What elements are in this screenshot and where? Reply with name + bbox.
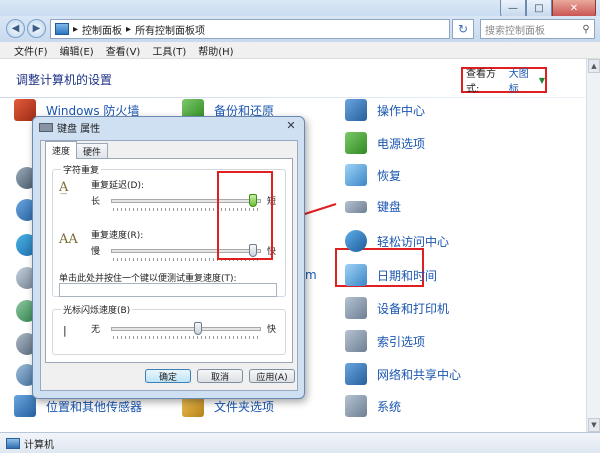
computer-icon — [6, 437, 20, 449]
menu-help[interactable]: 帮助(H) — [198, 43, 233, 58]
cursor-blink-group: 光标闪烁速度(B) | 无 快 — [52, 303, 286, 355]
dialog-buttons: 确定 取消 应用(A) — [145, 369, 295, 383]
tab-speed[interactable]: 速度 — [45, 141, 78, 159]
cp-item-action-center[interactable]: 操作中心 — [345, 99, 425, 121]
network-icon — [345, 363, 367, 385]
cp-item-date-time[interactable]: 日期和时间 — [345, 264, 437, 286]
cp-item-indexing[interactable]: 索引选项 — [345, 330, 425, 352]
cp-item-label: 系统 — [377, 399, 402, 414]
cp-item-label: 操作中心 — [377, 103, 426, 118]
repeat-rate-label: 重复速度(R): — [91, 231, 144, 241]
menu-file[interactable]: 文件(F) — [14, 43, 48, 58]
repeat-rate-icon: AA — [59, 232, 78, 247]
ok-button[interactable]: 确定 — [145, 369, 191, 383]
heading-divider — [0, 97, 586, 98]
cp-item-label: 日期和时间 — [377, 268, 438, 283]
search-placeholder: 搜索控制面板 — [485, 25, 545, 37]
cp-item-recovery[interactable]: 恢复 — [345, 164, 401, 186]
cursor-blink-ticks — [113, 336, 259, 339]
ease-of-access-icon — [345, 230, 367, 252]
dialog-titlebar[interactable]: 键盘 属性 — [39, 120, 100, 135]
dialog-tabs: 速度 硬件 — [45, 141, 109, 159]
menu-bar: 文件(F) 编辑(E) 查看(V) 工具(T) 帮助(H) — [0, 42, 600, 59]
menu-view[interactable]: 查看(V) — [106, 43, 141, 58]
repeat-test-input[interactable] — [59, 283, 277, 297]
keyboard-icon — [39, 123, 53, 132]
cp-item-label: 网络和共享中心 — [377, 367, 462, 382]
cursor-fast-label: 快 — [267, 325, 277, 335]
cursor-preview-icon: | — [63, 324, 67, 337]
partial-item-label[interactable]: m — [305, 268, 317, 282]
power-options-icon — [345, 132, 367, 154]
status-bar: 计算机 — [0, 432, 600, 453]
back-button[interactable]: ◀ — [6, 19, 25, 38]
breadcrumb-control-panel[interactable]: 控制面板 — [82, 22, 122, 37]
dialog-title: 键盘 属性 — [57, 124, 101, 135]
view-by-selector[interactable]: 查看方式: 大图标 ▼ — [461, 65, 547, 95]
cursor-none-label: 无 — [91, 325, 101, 335]
group-title: 光标闪烁速度(B) — [61, 303, 133, 316]
menu-edit[interactable]: 编辑(E) — [60, 43, 94, 58]
tab-hardware[interactable]: 硬件 — [76, 143, 109, 159]
search-icon: ⚲ — [582, 23, 590, 35]
cp-item-keyboard[interactable]: 键盘 — [345, 198, 401, 215]
cursor-blink-track — [111, 327, 261, 331]
delay-long-label: 长 — [91, 197, 101, 207]
cp-item-label: 文件夹选项 — [214, 399, 275, 414]
cp-item-label: 索引选项 — [377, 334, 426, 349]
rate-slow-label: 慢 — [91, 247, 101, 257]
cp-item-label: 位置和其他传感器 — [46, 399, 143, 414]
chevron-down-icon[interactable]: ▼ — [539, 76, 545, 85]
forward-button[interactable]: ▶ — [27, 19, 46, 38]
scroll-up-icon[interactable]: ▲ — [588, 59, 600, 73]
clock-icon — [345, 264, 367, 286]
cp-item-power[interactable]: 电源选项 — [345, 132, 425, 154]
scroll-down-icon[interactable]: ▼ — [588, 418, 600, 432]
cp-item-label: 键盘 — [377, 200, 402, 214]
menu-tools[interactable]: 工具(T) — [152, 43, 186, 58]
view-by-label: 查看方式: — [466, 69, 496, 95]
cancel-button[interactable]: 取消 — [197, 369, 243, 383]
printer-icon — [345, 297, 367, 319]
view-by-value[interactable]: 大图标 — [509, 65, 537, 95]
system-icon — [345, 395, 367, 417]
cp-item-devices-printers[interactable]: 设备和打印机 — [345, 297, 449, 319]
search-input[interactable]: 搜索控制面板 ⚲ — [480, 19, 595, 39]
apply-button[interactable]: 应用(A) — [249, 369, 295, 383]
dialog-close-button[interactable]: ✕ — [284, 119, 298, 133]
cursor-blink-slider-thumb[interactable] — [193, 322, 202, 335]
cp-item-label: 电源选项 — [377, 136, 426, 151]
refresh-button[interactable]: ↻ — [452, 19, 474, 39]
repeat-delay-label: 重复延迟(D): — [91, 181, 144, 191]
breadcrumb-sep: ▸ — [73, 23, 79, 35]
recovery-icon — [345, 164, 367, 186]
address-path[interactable]: ▸ 控制面板 ▸ 所有控制面板项 — [50, 19, 450, 39]
keyboard-icon — [345, 200, 367, 213]
cp-item-ease-of-access[interactable]: 轻松访问中心 — [345, 230, 449, 252]
magnifier-icon — [345, 330, 367, 352]
cp-item-network[interactable]: 网络和共享中心 — [345, 363, 461, 385]
breadcrumb-sep: ▸ — [126, 23, 132, 35]
location-sensor-icon — [14, 395, 36, 417]
status-computer-label: 计算机 — [24, 439, 54, 451]
repeat-delay-icon: A̲ — [59, 180, 69, 195]
action-center-flag-icon — [345, 99, 367, 121]
vertical-scrollbar[interactable]: ▲ ▼ — [586, 59, 600, 432]
cp-item-label: 恢复 — [377, 168, 402, 183]
address-bar: ◀ ▶ ▸ 控制面板 ▸ 所有控制面板项 ↻ 搜索控制面板 ⚲ — [0, 16, 600, 42]
group-title: 字符重复 — [61, 163, 102, 176]
cp-item-system[interactable]: 系统 — [345, 395, 401, 417]
slider-highlight-box — [217, 171, 273, 260]
page-title: 调整计算机的设置 — [16, 73, 113, 87]
control-panel-icon — [55, 23, 69, 35]
breadcrumb-all-items[interactable]: 所有控制面板项 — [135, 22, 205, 37]
cp-item-label: 设备和打印机 — [377, 301, 450, 316]
cp-item-label: 轻松访问中心 — [377, 234, 450, 249]
